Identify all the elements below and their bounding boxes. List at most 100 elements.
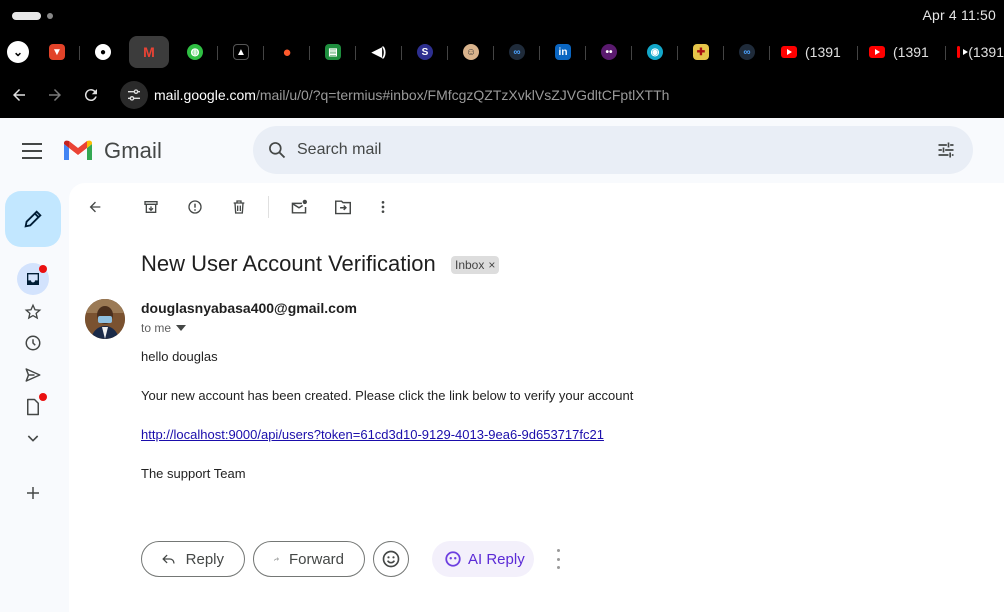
main-menu-button[interactable]: [22, 143, 42, 159]
body-line: Your new account has been created. Pleas…: [141, 388, 634, 403]
archive-icon: [144, 201, 158, 213]
drafts-badge: [39, 393, 47, 401]
tab-vercel[interactable]: ▲: [221, 36, 261, 68]
eye-icon: ◉: [647, 44, 663, 60]
search-input[interactable]: [297, 138, 897, 162]
tab-linkedin[interactable]: in: [543, 36, 583, 68]
arrow-left-icon: [89, 201, 101, 213]
ai-sparkle-icon: [445, 551, 461, 567]
trash-icon: [233, 200, 245, 214]
send-icon: [25, 368, 41, 382]
meta-icon: ∞: [509, 44, 525, 60]
star-icon: [24, 303, 42, 320]
tab-audio[interactable]: ◀): [359, 36, 399, 68]
tab-meta[interactable]: ∞: [497, 36, 537, 68]
reload-button[interactable]: [80, 84, 102, 106]
nav-snoozed[interactable]: [17, 327, 49, 359]
sheets-icon: ▤: [325, 44, 341, 60]
delete-button[interactable]: [228, 196, 250, 218]
nav-inbox[interactable]: [17, 263, 49, 295]
tab-globe[interactable]: ◍: [175, 36, 215, 68]
sender-avatar[interactable]: [85, 299, 125, 339]
clock[interactable]: Apr 4 11:50: [922, 7, 996, 23]
more-actions-button[interactable]: [550, 549, 566, 569]
tab-sheets[interactable]: ▤: [313, 36, 353, 68]
tab-gmail[interactable]: M: [129, 36, 169, 68]
nav-sent[interactable]: [17, 359, 49, 391]
search-options-icon[interactable]: [935, 140, 957, 160]
more-vertical-icon: [381, 201, 385, 213]
speaker-icon: ◀): [371, 44, 387, 59]
tab-github[interactable]: ●: [83, 36, 123, 68]
flame-icon: ●: [282, 43, 292, 61]
gitlab-icon: ▼: [49, 44, 65, 60]
forward-button[interactable]: [44, 84, 66, 106]
ai-reply-button[interactable]: AI Reply: [432, 541, 534, 577]
arrow-right-icon: [49, 89, 61, 101]
forward-button[interactable]: Forward: [253, 541, 365, 577]
search-icon[interactable]: [267, 140, 287, 160]
forward-icon: [274, 557, 279, 561]
pencil-icon: [24, 210, 42, 228]
youtube-icon: [957, 46, 969, 58]
verification-link-wrap: http://localhost:9000/api/users?token=61…: [141, 427, 604, 442]
workspace-indicator[interactable]: [12, 12, 41, 20]
report-spam-button[interactable]: [184, 196, 206, 218]
tab-tinder[interactable]: ●: [267, 36, 307, 68]
body-signoff: The support Team: [141, 466, 246, 481]
remove-label-icon[interactable]: ×: [488, 258, 495, 272]
inbox-label-chip[interactable]: Inbox ×: [451, 256, 500, 274]
workspace-dot[interactable]: [47, 13, 53, 19]
recipient-details[interactable]: to me: [141, 321, 187, 335]
chat-icon: ••: [601, 44, 617, 60]
emoji-react-button[interactable]: [373, 541, 409, 577]
message-subject: New User Account Verification: [141, 251, 436, 276]
unread-badge: [39, 265, 47, 273]
youtube-icon: [781, 46, 797, 58]
tab-youtube-3[interactable]: (1391: [949, 36, 1004, 68]
fedora-icon: S: [417, 44, 433, 60]
tab-game[interactable]: ✚: [681, 36, 721, 68]
mail-unread-icon: [291, 199, 307, 214]
move-to-button[interactable]: [332, 196, 354, 218]
tab-fedora[interactable]: S: [405, 36, 445, 68]
mark-unread-button[interactable]: [288, 196, 310, 218]
reply-button[interactable]: Reply: [141, 541, 245, 577]
create-label-button[interactable]: [17, 477, 49, 509]
gamepad-icon: ✚: [693, 44, 709, 60]
linkedin-icon: in: [555, 44, 571, 60]
label-text: Inbox: [455, 258, 485, 272]
smiley-icon: [382, 550, 400, 568]
compose-button[interactable]: [5, 191, 61, 247]
gmail-logo-text[interactable]: Gmail: [104, 138, 162, 164]
toolbar-divider: [268, 196, 269, 218]
tab-eye[interactable]: ◉: [635, 36, 675, 68]
more-options-button[interactable]: [372, 196, 394, 218]
plus-icon: [27, 487, 39, 499]
tab-meta-2[interactable]: ∞: [727, 36, 767, 68]
youtube-icon: [869, 46, 885, 58]
back-to-inbox-button[interactable]: [84, 196, 106, 218]
github-icon: ●: [95, 44, 111, 60]
nav-drafts[interactable]: [17, 391, 49, 423]
vercel-icon: ▲: [233, 44, 249, 60]
url-field[interactable]: mail.google.com/mail/u/0/?q=termius#inbo…: [154, 87, 669, 103]
site-info-button[interactable]: [120, 81, 148, 109]
tab-youtube-1[interactable]: (1391: [773, 36, 853, 68]
tab-search-button[interactable]: ⌄: [4, 36, 32, 68]
search-bar[interactable]: [253, 126, 973, 174]
sender-address[interactable]: douglasnyabasa400@gmail.com: [141, 300, 357, 316]
person-photo: [85, 299, 125, 339]
archive-button[interactable]: [140, 196, 162, 218]
tab-chat[interactable]: ••: [589, 36, 629, 68]
nav-more[interactable]: [17, 422, 49, 454]
tab-youtube-2[interactable]: (1391: [861, 36, 941, 68]
tab-gitlab[interactable]: ▼: [37, 36, 77, 68]
folder-move-icon: [335, 200, 351, 215]
nav-starred[interactable]: [17, 296, 49, 328]
gmail-logo-icon[interactable]: [62, 138, 94, 162]
verification-link[interactable]: http://localhost:9000/api/users?token=61…: [141, 427, 604, 442]
tab-avatar[interactable]: ☺: [451, 36, 491, 68]
back-button[interactable]: [8, 84, 30, 106]
chevron-down-icon: [27, 435, 39, 442]
